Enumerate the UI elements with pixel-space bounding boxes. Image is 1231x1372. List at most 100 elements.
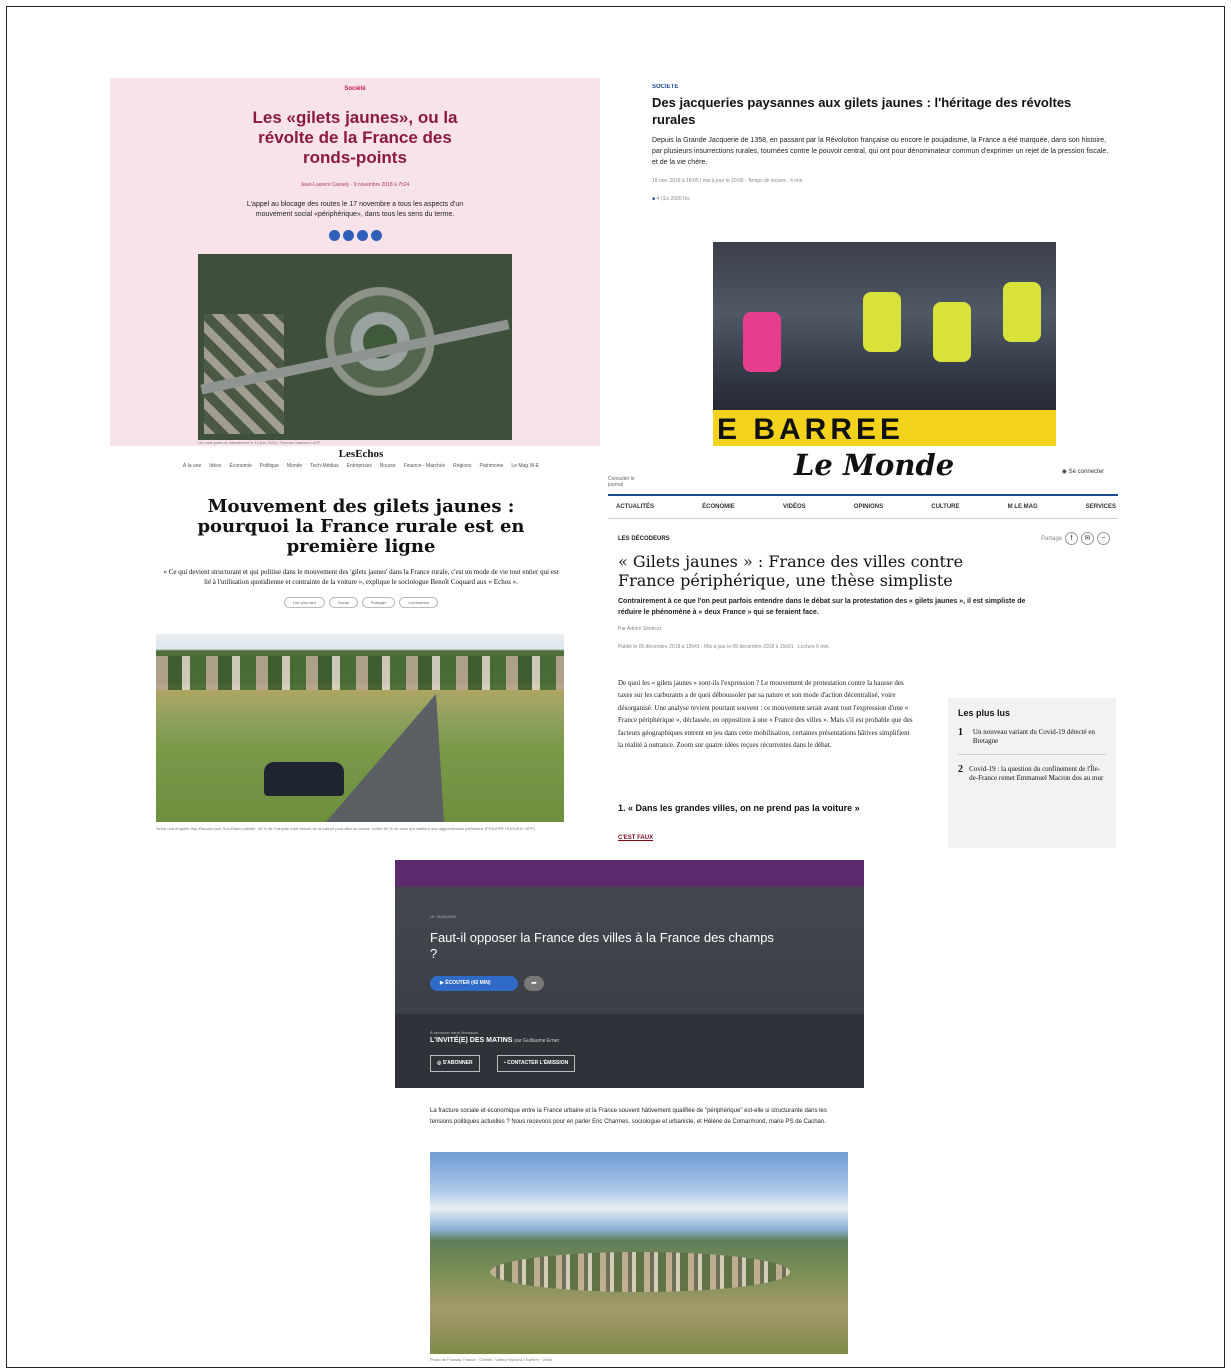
article-author[interactable]: Par Adrien Sénécat [618, 626, 661, 632]
nav-item[interactable]: CULTURE [931, 504, 959, 510]
subscribe-label: S'ABONNER [442, 1060, 473, 1066]
login-link[interactable]: ◉ Se connecter [1062, 468, 1104, 475]
share-label: Partage [1040, 535, 1062, 542]
article-stats: ■ 4 | Ex 2000 h/s [652, 196, 1112, 202]
article-byline: Jean-Laurent Cassely · 9 novembre 2018 à… [300, 182, 410, 188]
article-kicker[interactable]: Société [110, 86, 600, 92]
article-title[interactable]: Des jacqueries paysannes aux gilets jaun… [652, 94, 1112, 128]
contact-button[interactable]: ▪ CONTACTER L'ÉMISSION [497, 1055, 576, 1072]
consult-journal-link[interactable]: Consulter le journal [608, 476, 648, 488]
topic-button[interactable]: Social [328, 597, 358, 608]
share-bar: Partage f ✉ ~ [1041, 532, 1110, 545]
nav-item[interactable]: Économie [230, 463, 252, 469]
lesechos-article: LesEchos À la une Idées Économie Politiq… [134, 446, 588, 854]
episode-title: Faut-il opposer la France des villes à l… [430, 930, 774, 961]
photo-figure [1003, 282, 1041, 342]
nav-item[interactable]: OPINIONS [854, 504, 883, 510]
nav-item[interactable]: M LE MAG [1008, 504, 1038, 510]
article-lede: « Ce qui devient structurant et qui poli… [163, 568, 559, 586]
nav-item[interactable]: Finance - Marchés [404, 463, 445, 469]
nav-item[interactable]: SERVICES [1086, 504, 1116, 510]
email-icon[interactable] [370, 230, 382, 241]
nav-item[interactable]: Le Mag W-E [511, 463, 539, 469]
franceculture-episode: LE 15/01/2020 Faut-il opposer la France … [395, 860, 864, 1368]
rural-road-photo [156, 634, 564, 822]
lesechos-logo[interactable]: LesEchos [134, 448, 588, 460]
linkedin-icon[interactable] [356, 230, 368, 241]
listen-button[interactable]: ▶ ÉCOUTER (42 MIN) [430, 976, 518, 991]
article-subheading: 1. « Dans les grandes villes, on ne pren… [618, 803, 860, 813]
share-button[interactable]: Partager [361, 597, 396, 608]
episode-intro: La fracture sociale et économique entre … [430, 1108, 827, 1125]
article-actions: Lire plus tard Social Partager Commenter [134, 597, 588, 608]
nav-item[interactable]: À la une [183, 463, 201, 469]
most-read-link[interactable]: Un nouveau variant du Covid-19 détecté e… [973, 728, 1106, 746]
header-rule [608, 494, 1118, 496]
divider [958, 754, 1106, 755]
read-later-button[interactable]: Lire plus tard [283, 597, 325, 608]
subscribe-button[interactable]: ◎ S'ABONNER [430, 1055, 480, 1072]
twitter-icon[interactable] [342, 230, 354, 241]
share-buttons [110, 230, 600, 241]
nav-item[interactable]: Tech-Médias [310, 463, 338, 469]
photo-caption: Selon une enquête Ifop-Fiducial pour Sud… [156, 826, 535, 831]
nav-item[interactable]: ÉCONOMIE [702, 504, 735, 510]
contact-label: CONTACTER L'ÉMISSION [507, 1060, 569, 1066]
nav-rule [608, 518, 1118, 519]
article-lede: L'appel au blocage des routes le 17 nove… [246, 201, 464, 218]
lesechos-nav: À la une Idées Économie Politique Monde … [134, 463, 588, 469]
photo-town [490, 1252, 790, 1292]
article-pubdate: Publié le 05 décembre 2018 à 12h41 · Mis… [618, 644, 830, 650]
most-read-title: Les plus lus [958, 708, 1011, 718]
nav-item[interactable]: Bourse [380, 463, 396, 469]
article-title[interactable]: Mouvement des gilets jaunes : pourquoi l… [181, 497, 541, 557]
nav-item[interactable]: Politique [260, 463, 279, 469]
aerial-village-photo [430, 1152, 848, 1354]
user-icon: ◉ [1061, 469, 1069, 475]
roundabout-photo [198, 254, 512, 440]
show-name[interactable]: L'INVITÉ(E) DES MATINS par Guillaume Ern… [430, 1037, 559, 1044]
nav-item[interactable]: Idées [209, 463, 221, 469]
email-icon[interactable]: ✉ [1081, 532, 1094, 545]
article-kicker[interactable]: SOCIÉTÉ [652, 84, 1112, 90]
photo-village [156, 656, 564, 690]
most-read-item[interactable]: 1 Un nouveau variant du Covid-19 détecté… [958, 728, 1106, 746]
most-read-item[interactable]: 2 Covid-19 : la question du confinement … [958, 765, 1106, 783]
messenger-icon[interactable]: ~ [1097, 532, 1110, 545]
article-body: De quoi les « gilets jaunes » sont-ils l… [618, 679, 913, 750]
article-title[interactable]: « Gilets jaunes » : France des villes co… [618, 552, 1018, 590]
article-title[interactable]: Les «gilets jaunes», ou la révolte de la… [230, 108, 480, 168]
lemonde-logo[interactable]: Le Monde [794, 448, 954, 482]
liberation-article: Société Les «gilets jaunes», ou la révol… [110, 78, 600, 446]
most-read-link[interactable]: Covid-19 : la question du confinement de… [969, 765, 1106, 783]
facebook-icon[interactable] [328, 230, 340, 241]
show-title: L'INVITÉ(E) DES MATINS [430, 1037, 513, 1044]
most-read-rank: 1 [958, 727, 963, 738]
article-lede: Contrairement à ce que l'on peut parfois… [618, 598, 1026, 616]
verdict-label: C'EST FAUX [618, 835, 654, 841]
photo-figure [863, 292, 901, 352]
show-intro: À retrouver dans l'émission [430, 1030, 479, 1035]
photo-car [264, 762, 344, 796]
nav-item[interactable]: Régions [453, 463, 471, 469]
most-read-rank: 2 [958, 764, 963, 775]
protest-sign: E BARREE [713, 410, 1056, 446]
episode-hero [395, 860, 864, 1088]
comment-button[interactable]: Commenter [399, 597, 439, 608]
nav-item[interactable]: Patrimoine [479, 463, 503, 469]
protest-photo: E BARREE [713, 242, 1056, 446]
episode-date: LE 15/01/2020 [430, 914, 457, 919]
nav-item[interactable]: Monde [287, 463, 302, 469]
nav-item[interactable]: ACTUALITÉS [616, 504, 654, 510]
show-host: par Guillaume Erner [514, 1038, 560, 1044]
nav-item[interactable]: Entreprises [347, 463, 372, 469]
article-lede: Depuis la Grande Jacquerie de 1358, en p… [652, 137, 1109, 166]
article-rubric[interactable]: LES DÉCODEURS [618, 536, 670, 542]
photo-caption: Photo de Frossay, France · Crédits : Val… [430, 1357, 552, 1362]
login-label: Se connecter [1068, 469, 1104, 475]
photo-road [326, 694, 444, 822]
photo-figure [933, 302, 971, 362]
nav-item[interactable]: VIDÉOS [783, 504, 806, 510]
share-icon[interactable]: ➦ [524, 976, 544, 991]
facebook-icon[interactable]: f [1065, 532, 1078, 545]
